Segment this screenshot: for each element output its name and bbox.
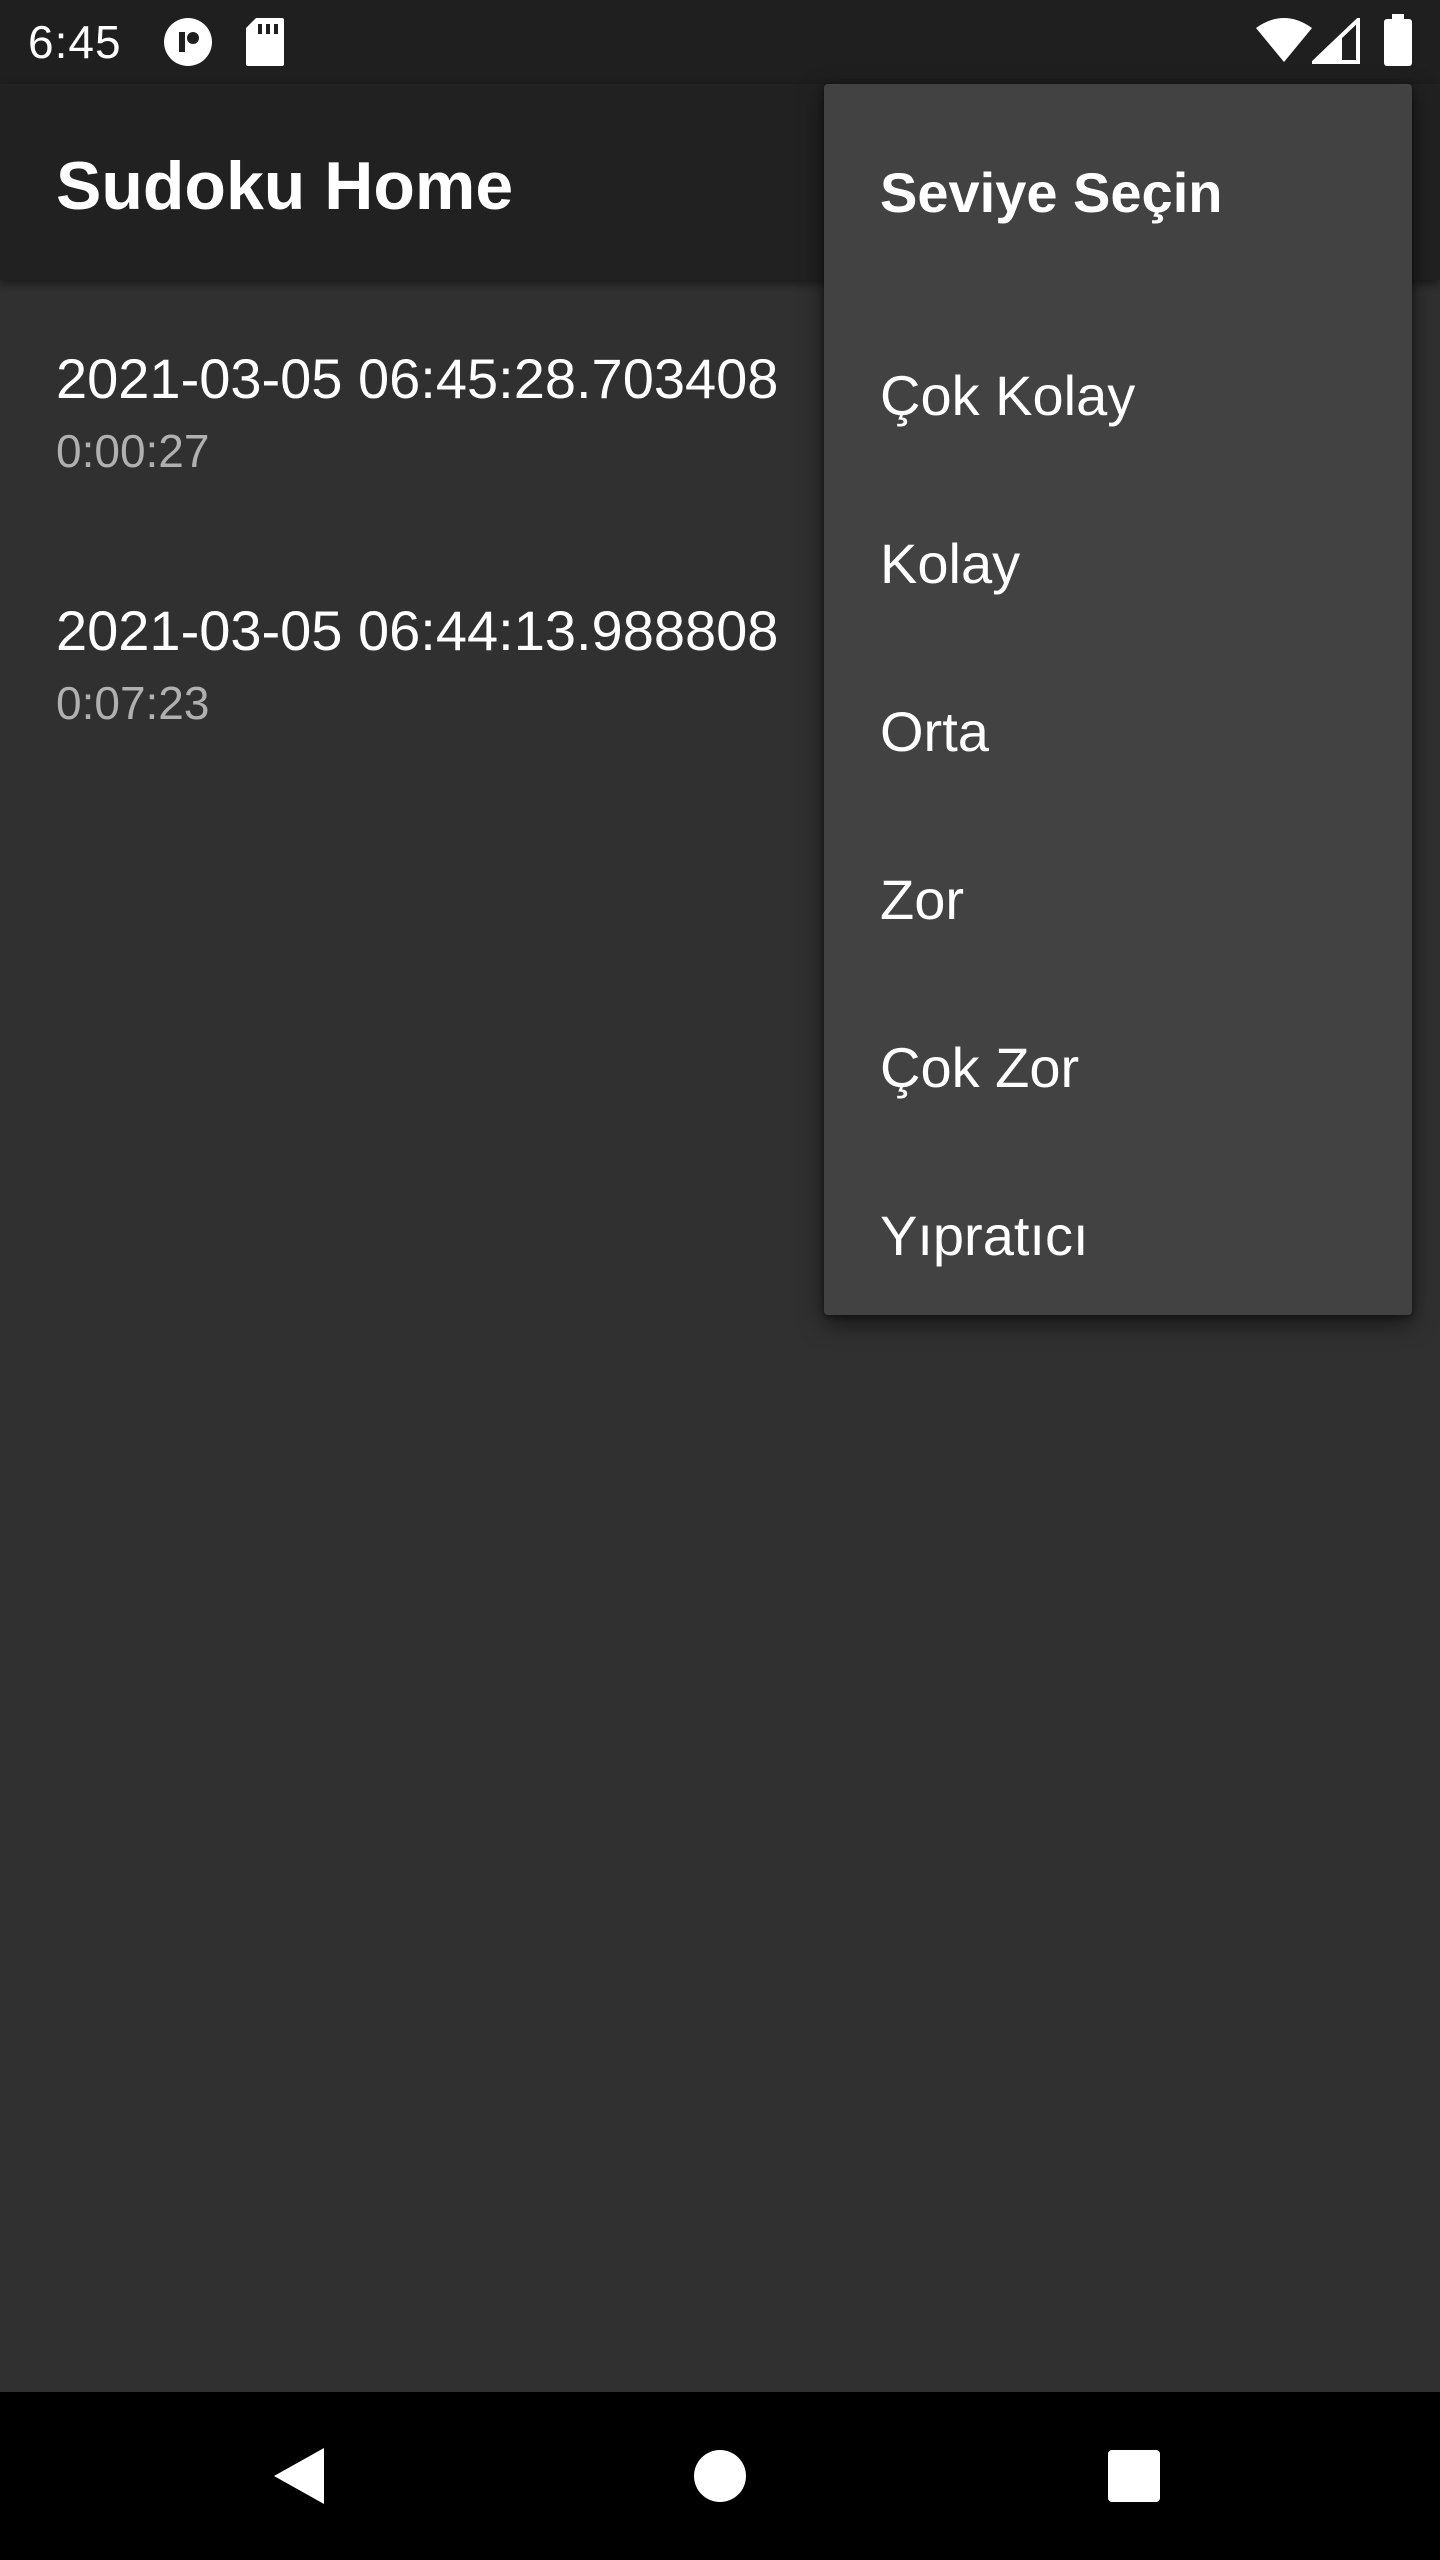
menu-item-label: Orta — [880, 700, 989, 763]
sd-card-icon — [244, 16, 286, 73]
screen: 6:45 Sudoku Home 2021-03-05 06:45:28.703… — [0, 0, 1440, 2560]
status-time: 6:45 — [28, 16, 122, 68]
menu-header: Seviye Seçin — [880, 161, 1223, 224]
wifi-icon — [1256, 18, 1312, 69]
status-bar: 6:45 — [0, 0, 1440, 84]
game-duration: 0:07:23 — [56, 677, 210, 729]
navigation-bar — [0, 2392, 1440, 2560]
back-icon[interactable] — [260, 2436, 340, 2516]
recents-icon[interactable] — [1094, 2436, 1174, 2516]
menu-item-label: Zor — [880, 868, 964, 931]
battery-icon — [1384, 14, 1412, 71]
game-timestamp: 2021-03-05 06:45:28.703408 — [56, 347, 779, 410]
menu-item-very-hard[interactable]: Çok Zor — [824, 984, 1412, 1152]
menu-item-label: Çok Kolay — [880, 364, 1136, 427]
page-title: Sudoku Home — [56, 148, 514, 224]
game-duration: 0:00:27 — [56, 425, 210, 477]
home-icon[interactable] — [680, 2436, 760, 2516]
menu-item-medium[interactable]: Orta — [824, 648, 1412, 816]
difficulty-menu: Seviye Seçin Çok Kolay Kolay Orta Zor Ço… — [824, 84, 1412, 1315]
game-timestamp: 2021-03-05 06:44:13.988808 — [56, 599, 779, 662]
menu-item-label: Yıpratıcı — [880, 1204, 1089, 1267]
menu-item-very-easy[interactable]: Çok Kolay — [824, 312, 1412, 480]
cell-signal-icon — [1309, 15, 1360, 69]
menu-item-easy[interactable]: Kolay — [824, 480, 1412, 648]
menu-item-hard[interactable]: Zor — [824, 816, 1412, 984]
menu-item-label: Kolay — [880, 532, 1021, 595]
notification-app-icon — [162, 16, 214, 73]
menu-item-label: Çok Zor — [880, 1036, 1080, 1099]
menu-item-grueling[interactable]: Yıpratıcı — [824, 1152, 1412, 1320]
